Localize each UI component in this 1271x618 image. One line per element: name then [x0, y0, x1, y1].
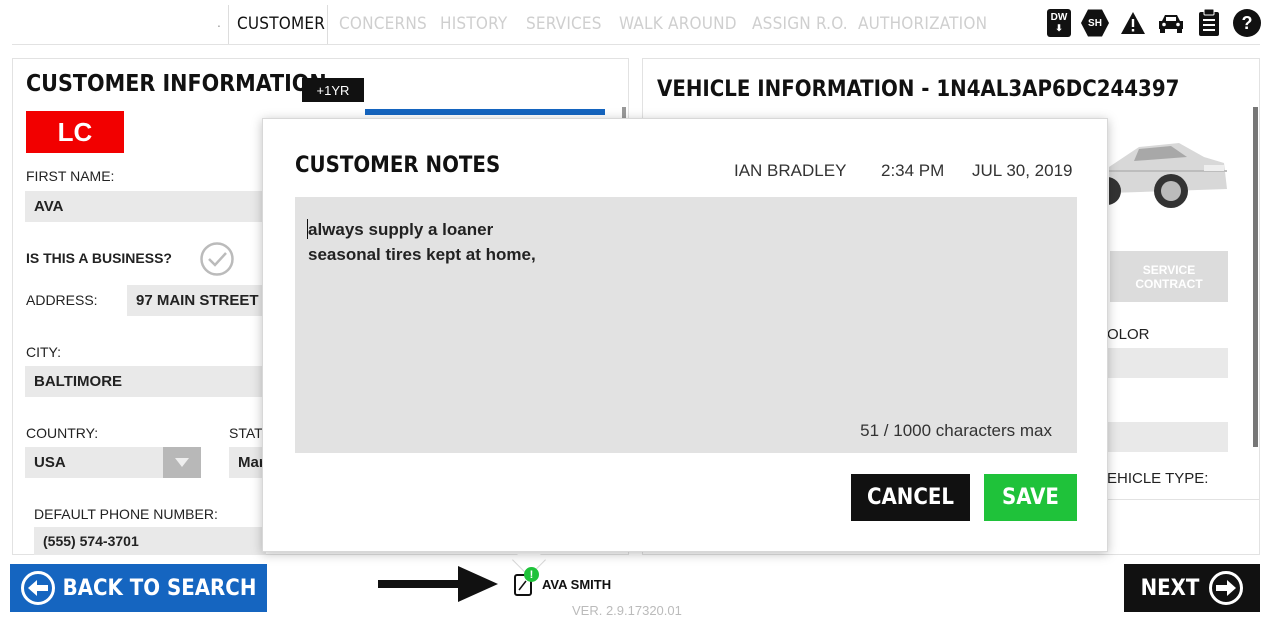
tab-divider [12, 44, 1260, 45]
clipboard-icon[interactable] [1195, 9, 1223, 37]
phone-label: DEFAULT PHONE NUMBER: [34, 506, 218, 522]
accent-bar [365, 109, 605, 115]
customer-notes-modal: CUSTOMER NOTES IAN BRADLEY 2:34 PM JUL 3… [262, 118, 1108, 552]
tab-concerns[interactable]: CONCERNS [339, 14, 427, 34]
country-value: USA [34, 454, 66, 471]
tab-customer[interactable]: CUSTOMER [237, 14, 325, 34]
char-counter: 51 / 1000 characters max [860, 421, 1052, 440]
dw-icon[interactable]: DW ⬇ [1047, 9, 1071, 37]
term-badge: +1YR [302, 78, 364, 102]
tab-services[interactable]: SERVICES [526, 14, 602, 34]
vehicle-image [1093, 127, 1229, 222]
save-button[interactable]: SAVE [984, 474, 1077, 521]
arrow-left-icon [20, 571, 55, 605]
notes-modal-title: CUSTOMER NOTES [295, 153, 501, 178]
first-name-label: FIRST NAME: [26, 168, 115, 184]
business-label: IS THIS A BUSINESS? [26, 250, 172, 266]
address-field[interactable]: 97 MAIN STREET [127, 285, 267, 316]
note-date: JUL 30, 2019 [972, 161, 1073, 180]
tab-assign-ro[interactable]: ASSIGN R.O. [752, 14, 848, 34]
vehicle-bottom-box [1107, 499, 1259, 555]
tab-history[interactable]: HISTORY [440, 14, 507, 34]
service-contract-button[interactable]: SERVICE CONTRACT [1110, 251, 1228, 302]
country-label: COUNTRY: [26, 425, 99, 441]
first-name-field[interactable]: AVA [25, 191, 265, 222]
cancel-button[interactable]: CANCEL [851, 474, 970, 521]
next-label: NEXT [1140, 575, 1200, 601]
business-check-icon[interactable] [199, 241, 235, 282]
customer-name: AVA SMITH [542, 577, 612, 592]
sh-icon[interactable]: SH [1081, 9, 1109, 37]
notes-textarea[interactable]: always supply a loaner seasonal tires ke… [295, 197, 1077, 453]
state-label: STAT [229, 425, 263, 441]
address-label: ADDRESS: [26, 292, 98, 308]
notes-icon[interactable]: ! [514, 567, 539, 602]
arrow-right-icon [1209, 571, 1244, 605]
pointer-arrow-icon [378, 566, 498, 607]
vehicle-panel-title: VEHICLE INFORMATION - 1N4AL3AP6DC244397 [657, 77, 1180, 102]
chevron-down-icon[interactable] [163, 447, 201, 478]
tab-walk-around[interactable]: WALK AROUND [619, 14, 737, 34]
back-to-search-label: BACK TO SEARCH [62, 575, 257, 601]
warning-icon[interactable] [1119, 9, 1147, 37]
help-icon[interactable]: ? [1233, 9, 1261, 37]
notes-text: always supply a loaner seasonal tires ke… [308, 220, 536, 264]
country-select[interactable]: USA [25, 447, 201, 478]
back-to-search-button[interactable]: BACK TO SEARCH [10, 564, 267, 612]
city-field[interactable]: BALTIMORE [25, 366, 265, 397]
tab-authorization[interactable]: AUTHORIZATION [858, 14, 987, 34]
next-button[interactable]: NEXT [1124, 564, 1260, 612]
vehicle-field[interactable] [1107, 422, 1228, 452]
vehicle-type-label: EHICLE TYPE: [1107, 470, 1209, 487]
city-label: CITY: [26, 344, 62, 360]
note-author: IAN BRADLEY [734, 161, 847, 180]
note-time: 2:34 PM [881, 161, 945, 180]
color-field[interactable] [1107, 348, 1228, 378]
tab-separator: . [217, 14, 221, 30]
phone-field[interactable]: (555) 574-3701 [34, 527, 266, 555]
notes-badge: ! [524, 567, 539, 582]
color-label: OLOR [1107, 326, 1150, 343]
customer-panel-title: CUSTOMER INFORMATION [26, 71, 327, 97]
vehicle-scrollbar[interactable] [1253, 107, 1258, 447]
version-label: VER. 2.9.17320.01 [572, 603, 682, 618]
top-nav: . CUSTOMER CONCERNS HISTORY SERVICES WAL… [0, 0, 1271, 46]
toolbar-icons: DW ⬇ SH ? [1047, 8, 1261, 38]
car-icon[interactable] [1157, 9, 1185, 37]
initials-badge: LC [26, 111, 124, 153]
